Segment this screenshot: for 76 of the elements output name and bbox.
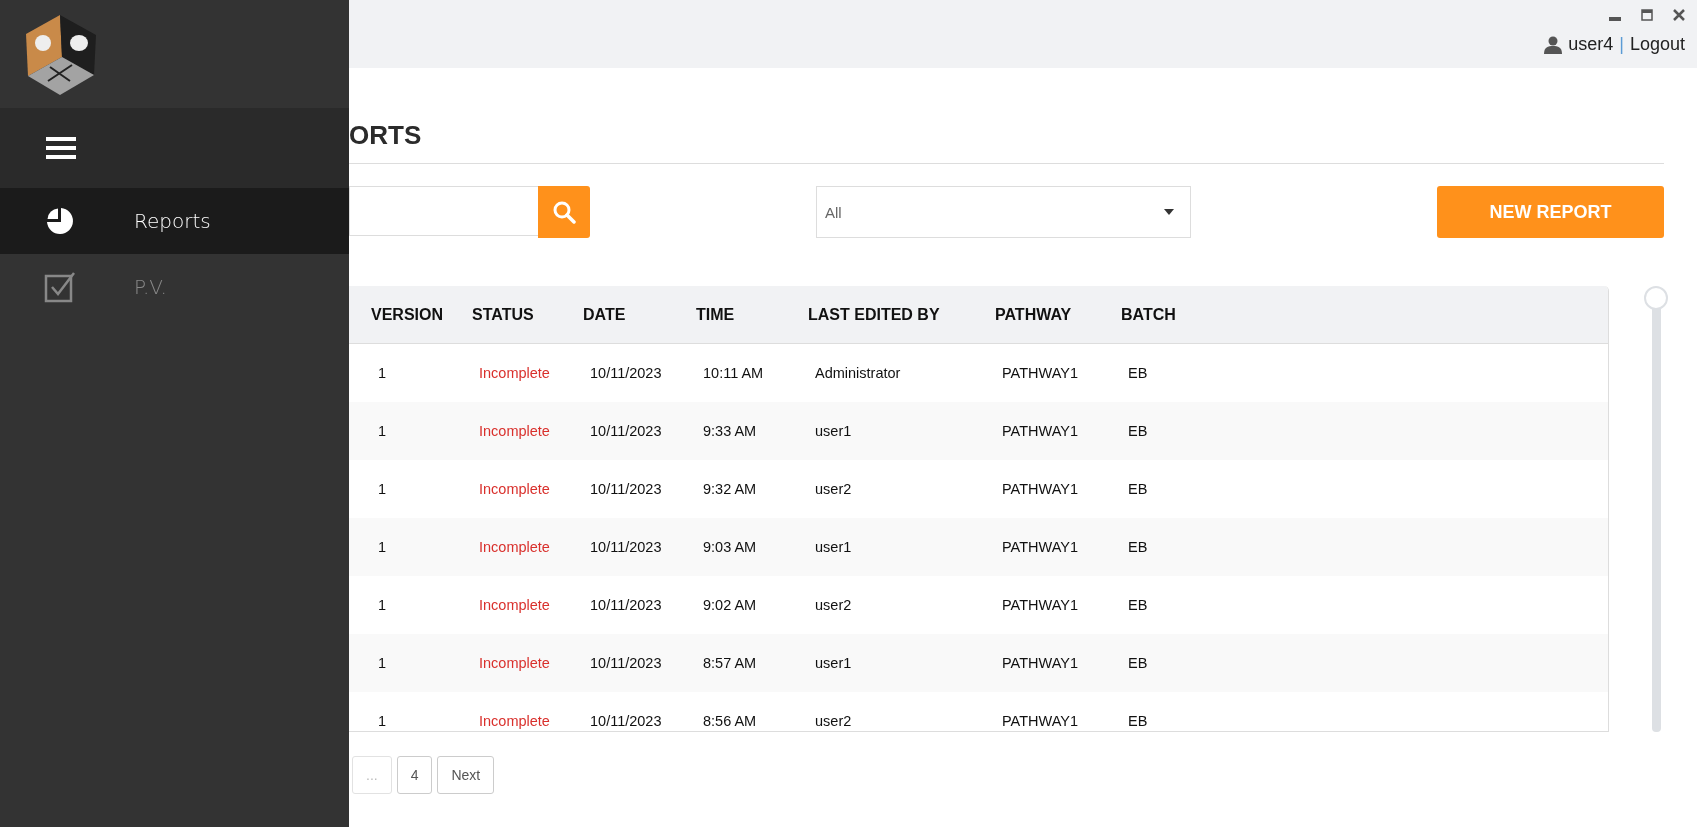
- caret-icon: [1164, 209, 1174, 215]
- pathway-cell-text: PATHWAY1: [1001, 481, 1079, 497]
- search-icon: [552, 200, 576, 224]
- date-cell-text: 10/11/2023: [589, 713, 663, 729]
- date-cell-text: 10/11/2023: [589, 423, 663, 439]
- sidebar-item[interactable]: P.V.: [0, 254, 349, 320]
- date-cell-text: 10/11/2023: [589, 539, 663, 555]
- pathway-cell-text: PATHWAY1: [1001, 655, 1079, 671]
- version-cell-text: 1: [377, 655, 388, 671]
- column-header: VERSION: [371, 305, 444, 324]
- batch-cell-text: EB: [1127, 423, 1149, 439]
- version-cell-text: 1: [377, 597, 388, 613]
- date-cell-text: 10/11/2023: [589, 365, 663, 381]
- version-cell-text: 1: [377, 481, 388, 497]
- status-cell-text: Incomplete: [478, 713, 551, 729]
- status-cell-text: Incomplete: [478, 365, 551, 381]
- maximize-icon[interactable]: [1641, 9, 1653, 21]
- time-cell-text: 10:11 AM: [702, 365, 765, 381]
- pathway-cell-text: PATHWAY1: [1001, 539, 1079, 555]
- pathway-cell-text: PATHWAY1: [1001, 365, 1079, 381]
- search-field[interactable]: [349, 186, 538, 236]
- date-cell-text: 10/11/2023: [589, 655, 663, 671]
- column-header: PATHWAY: [995, 305, 1073, 324]
- version-cell-text: 1: [377, 539, 388, 555]
- version-cell-text: 1: [377, 713, 388, 729]
- editor-cell-text: user1: [814, 655, 853, 671]
- pathway-cell-text: PATHWAY1: [1001, 423, 1079, 439]
- column-header: STATUS: [472, 305, 535, 324]
- editor-cell-text: user1: [814, 539, 853, 555]
- page-button[interactable]: 4: [396, 756, 433, 794]
- column-header: TIME: [696, 305, 736, 324]
- batch-cell-text: EB: [1127, 365, 1149, 381]
- date-cell-text: 10/11/2023: [589, 481, 663, 497]
- time-cell-text: 8:56 AM: [702, 713, 758, 729]
- status-cell-text: Incomplete: [478, 423, 551, 439]
- batch-cell-text: EB: [1127, 539, 1149, 555]
- time-cell-text: 9:33 AM: [702, 423, 758, 439]
- sidebar-item[interactable]: Reports: [0, 188, 349, 254]
- logout-link[interactable]: Logout: [1629, 34, 1685, 55]
- editor-cell-text: user2: [814, 713, 853, 729]
- user-icon: [1544, 35, 1563, 54]
- column-header: DATE: [583, 305, 627, 324]
- time-cell-text: 9:32 AM: [702, 481, 758, 497]
- time-cell-text: 8:57 AM: [702, 655, 758, 671]
- menu-icon[interactable]: [46, 137, 76, 159]
- editor-cell-text: user2: [814, 597, 853, 613]
- date-cell-text: 10/11/2023: [589, 597, 663, 613]
- status-cell-text: Incomplete: [478, 597, 551, 613]
- status-cell-text: Incomplete: [478, 481, 551, 497]
- filter-dropdown[interactable]: All: [816, 186, 1191, 238]
- batch-cell-text: EB: [1127, 655, 1149, 671]
- checkbox-icon: [44, 271, 76, 303]
- editor-cell-text: user1: [814, 423, 853, 439]
- time-cell-text: 9:03 AM: [702, 539, 758, 555]
- version-cell-text: 1: [377, 423, 388, 439]
- batch-cell-text: EB: [1127, 713, 1149, 729]
- batch-cell-text: EB: [1127, 481, 1149, 497]
- time-cell-text: 9:02 AM: [702, 597, 758, 613]
- pathway-cell-text: PATHWAY1: [1001, 713, 1079, 729]
- scroll-thumb[interactable]: [1644, 286, 1668, 310]
- dropdown-value: All: [825, 203, 842, 221]
- pie-chart-icon: [44, 205, 76, 237]
- separator: |: [1619, 34, 1624, 55]
- version-cell-text: 1: [377, 365, 388, 381]
- editor-cell-text: Administrator: [814, 365, 902, 381]
- pathway-cell-text: PATHWAY1: [1001, 597, 1079, 613]
- column-header: BATCH: [1121, 305, 1177, 324]
- close-icon[interactable]: [1673, 9, 1685, 21]
- editor-cell-text: user2: [814, 481, 853, 497]
- batch-cell-text: EB: [1127, 597, 1149, 613]
- username: user4: [1568, 34, 1614, 55]
- page-button[interactable]: Next: [437, 756, 495, 794]
- column-header: LAST EDITED BY: [808, 305, 941, 324]
- page-title: ORTS: [349, 120, 423, 152]
- status-cell-text: Incomplete: [478, 539, 551, 555]
- status-cell-text: Incomplete: [478, 655, 551, 671]
